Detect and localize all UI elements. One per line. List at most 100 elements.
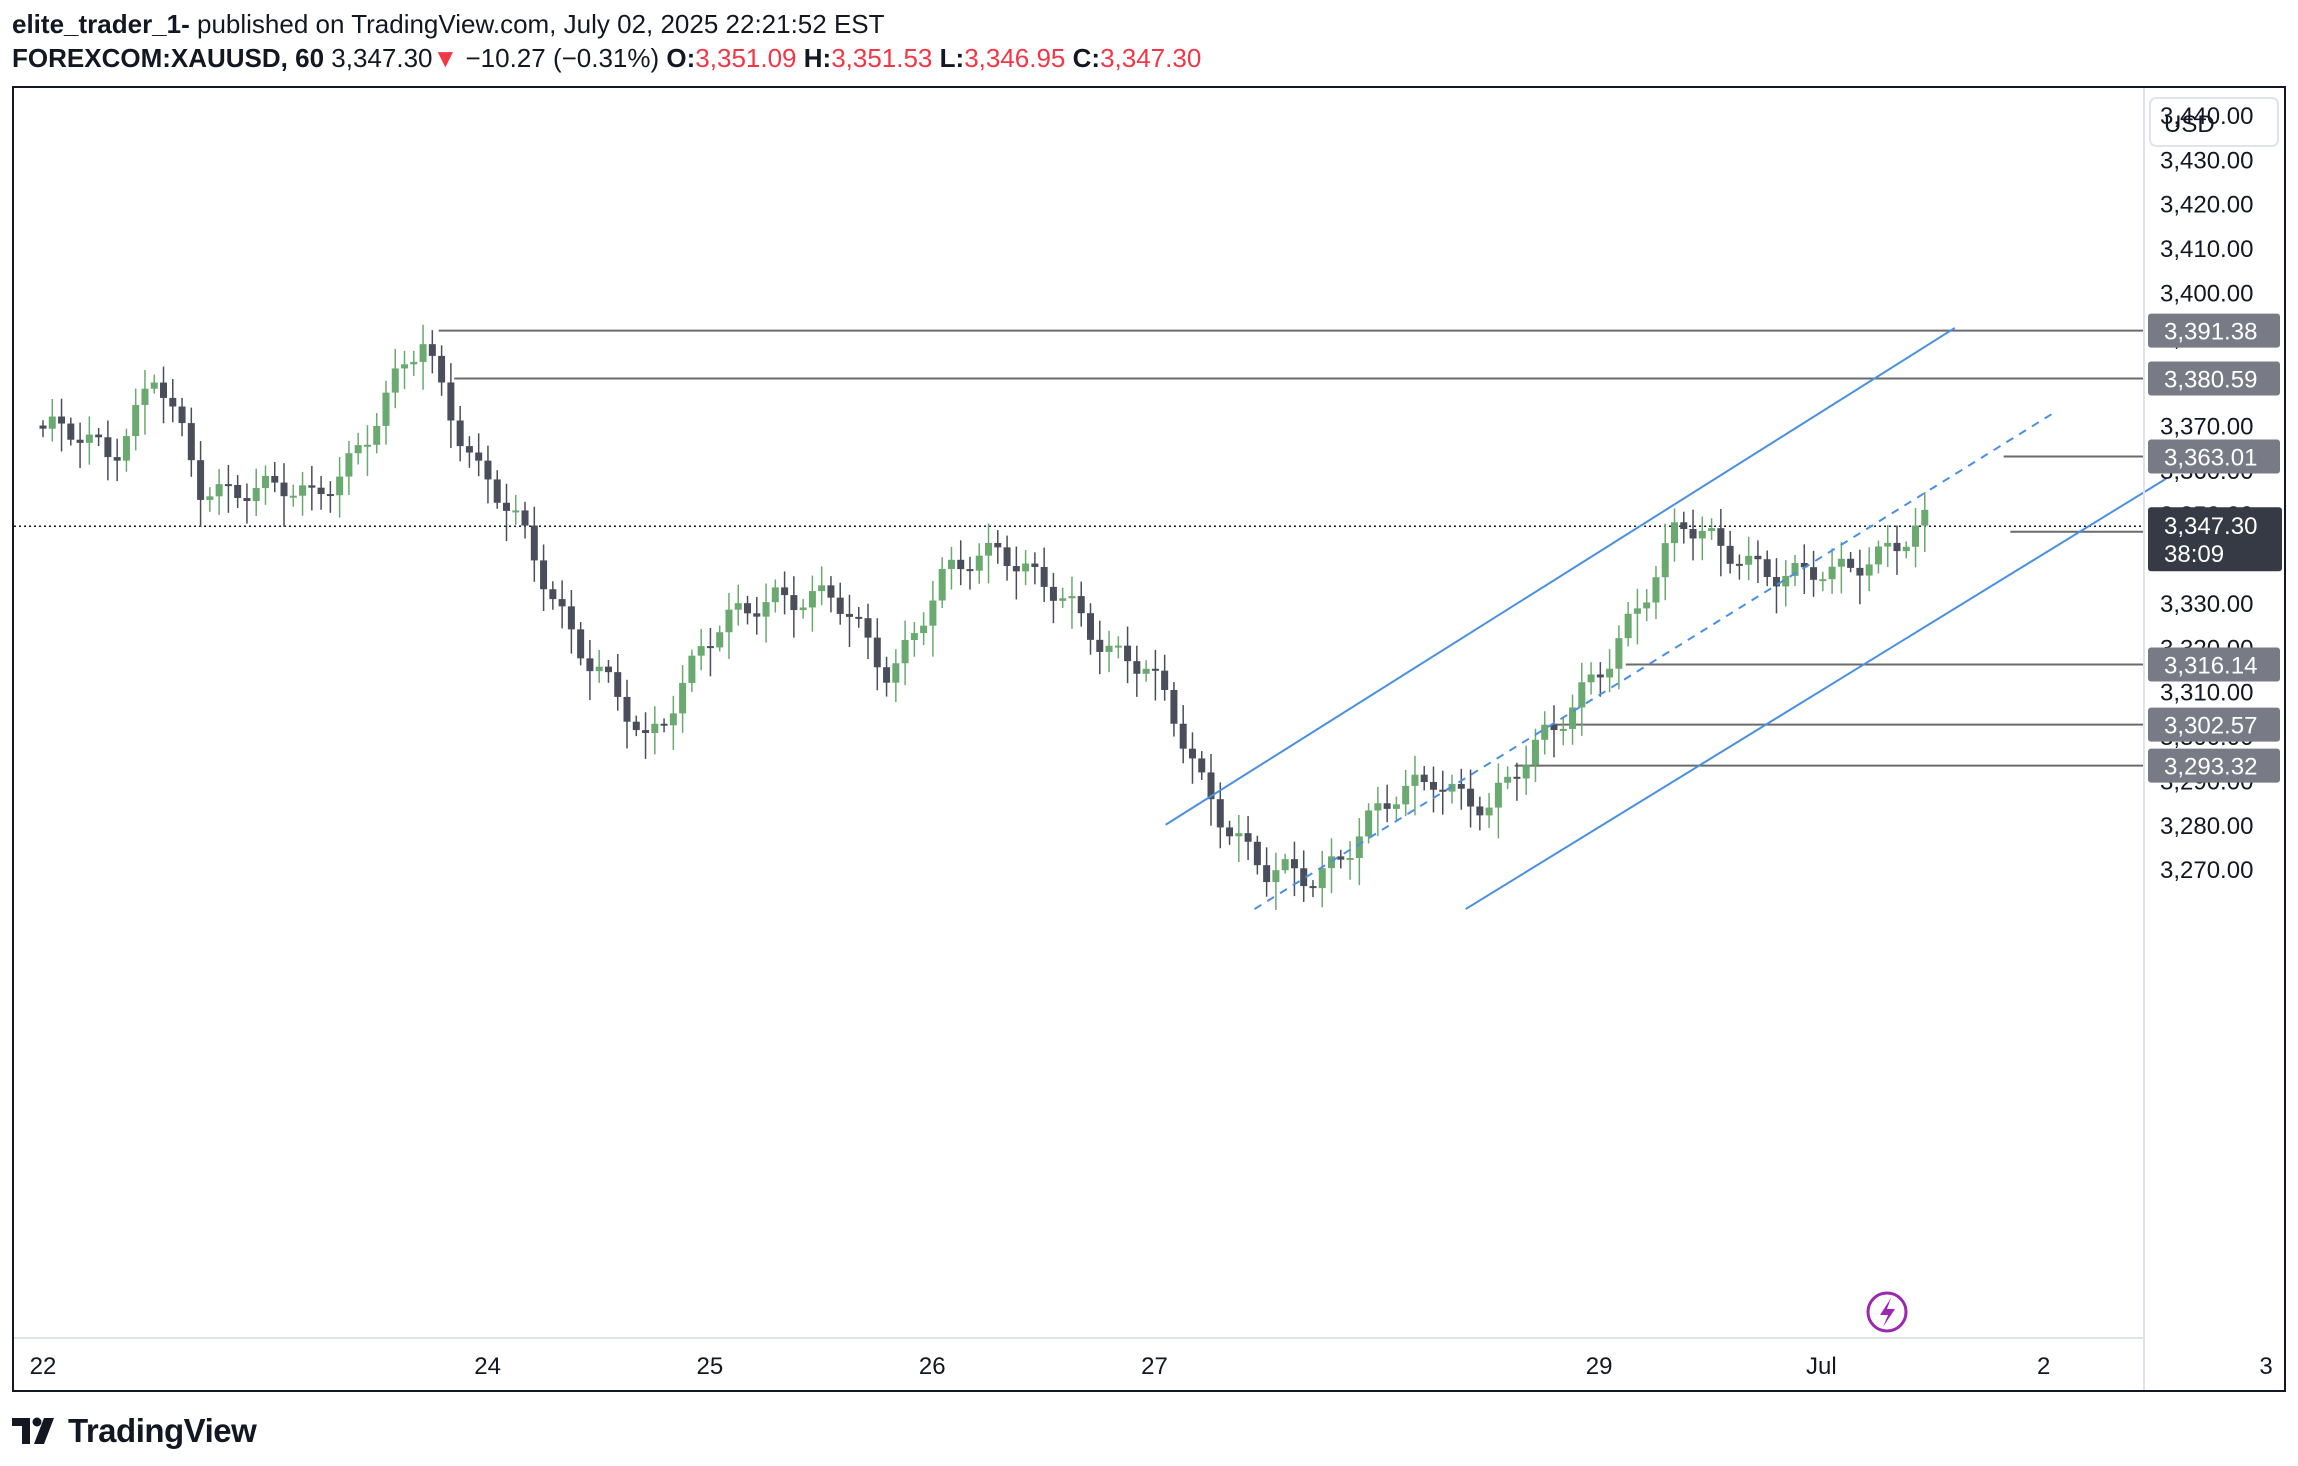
candle-body <box>1643 602 1651 609</box>
candle-body <box>1040 566 1048 587</box>
candle-body <box>1680 522 1688 530</box>
candle-body <box>947 559 955 569</box>
candle-body <box>512 510 520 513</box>
candle-body <box>1161 670 1169 690</box>
candle-body <box>484 460 492 480</box>
candle-body <box>1226 827 1234 837</box>
candle-body <box>1244 833 1252 842</box>
candle-body <box>326 494 334 497</box>
chart-area[interactable]: USD 3,440.00 3,430.00 3,420.00 3,410.00 3,40… <box>12 86 2286 1392</box>
candle-body <box>1884 542 1892 547</box>
candle-body <box>39 425 47 429</box>
candle-body <box>697 646 705 656</box>
candle-body <box>1671 522 1679 544</box>
candle-body <box>586 658 594 672</box>
candle-body <box>1921 509 1929 526</box>
candle-body <box>67 423 75 440</box>
candle-body <box>577 629 585 659</box>
candle-body <box>1467 788 1475 807</box>
candle-body <box>1272 870 1280 883</box>
x-tick-label: 3 <box>2259 1353 2272 1380</box>
candle-body <box>540 560 548 590</box>
candle-body <box>465 446 473 453</box>
candle-body <box>1031 563 1039 567</box>
x-tick-label: 24 <box>474 1353 501 1380</box>
candle-body <box>604 666 612 673</box>
candle-body <box>1003 547 1011 567</box>
candle-body <box>929 600 937 626</box>
candle-body <box>1596 674 1604 678</box>
level-price-label: 3,363.01 <box>2164 445 2257 472</box>
lightning-icon[interactable] <box>1866 1291 1908 1333</box>
candle-body <box>1188 748 1196 759</box>
candle-body <box>994 542 1002 548</box>
candle-body <box>382 392 390 426</box>
logo-text: TradingView <box>68 1412 257 1449</box>
candle-body <box>493 479 501 503</box>
candle-body <box>401 364 409 369</box>
y-tick-label: 3,310.00 <box>2160 680 2253 707</box>
candle-body <box>1912 525 1920 547</box>
y-tick-label: 3,270.00 <box>2160 857 2253 884</box>
symbol-label[interactable]: FOREXCOM:XAUUSD, 60 <box>12 43 324 73</box>
candle-body <box>447 382 455 421</box>
candle-body <box>1735 563 1743 566</box>
candle-body <box>160 382 168 398</box>
close-label: C: <box>1072 43 1101 73</box>
candle-body <box>1263 865 1271 883</box>
candle-body <box>920 625 928 634</box>
last-price-label: 3,347.30 <box>2164 513 2257 540</box>
candle-body <box>1346 857 1354 860</box>
candle-body <box>1402 785 1410 805</box>
candle-body <box>1179 723 1187 749</box>
candle-body <box>373 425 381 445</box>
candle-body <box>855 616 863 619</box>
candle-body <box>438 355 446 383</box>
high-value: 3,351.53 <box>831 43 933 73</box>
candle-body <box>345 453 353 477</box>
price-chart[interactable]: USD 3,440.003,430.003,420.003,410.003,40… <box>14 88 2284 1390</box>
tradingview-logo[interactable]: TradingView <box>12 1408 257 1454</box>
candle-body <box>1216 799 1224 828</box>
tradingview-mark-icon <box>12 1417 54 1444</box>
candle-body <box>1355 836 1363 858</box>
candle-body <box>595 666 603 672</box>
x-tick-label: 29 <box>1586 1353 1613 1380</box>
candle-body <box>224 484 232 487</box>
candle-body <box>1772 577 1780 587</box>
candle-body <box>132 404 140 437</box>
candle-body <box>187 423 195 461</box>
candle-body <box>1828 566 1836 580</box>
candle-body <box>76 439 84 443</box>
candle-body <box>1049 586 1057 601</box>
channel-midline[interactable] <box>1254 411 2056 910</box>
y-tick-label: 3,370.00 <box>2160 414 2253 441</box>
candle-body <box>771 587 779 603</box>
candle-body <box>1837 558 1845 567</box>
candle-body <box>567 606 575 630</box>
candle-body <box>48 416 56 429</box>
candle-body <box>1096 639 1104 652</box>
candle-body <box>1411 774 1419 786</box>
candle-body <box>799 607 807 611</box>
channel-line[interactable] <box>1165 327 1956 826</box>
y-tick-label: 3,420.00 <box>2160 192 2253 219</box>
author-name[interactable]: elite_trader_1- <box>12 9 190 39</box>
candle-body <box>836 597 844 614</box>
candle-body <box>1745 555 1753 565</box>
candle-body <box>1383 803 1391 809</box>
candle-body <box>1105 645 1113 652</box>
candle-body <box>1754 555 1762 560</box>
candle-body <box>206 496 214 500</box>
candle-body <box>1494 782 1502 808</box>
candle-body <box>1059 598 1067 601</box>
candle-body <box>1281 859 1289 871</box>
candle-body <box>1689 529 1697 539</box>
candle-body <box>502 502 510 511</box>
candle-body <box>1606 668 1614 678</box>
candle-body <box>1661 543 1669 578</box>
candle-body <box>827 585 835 598</box>
x-tick-label: 27 <box>1141 1353 1168 1380</box>
channel-line[interactable] <box>1465 477 2167 910</box>
candle-body <box>549 589 557 600</box>
